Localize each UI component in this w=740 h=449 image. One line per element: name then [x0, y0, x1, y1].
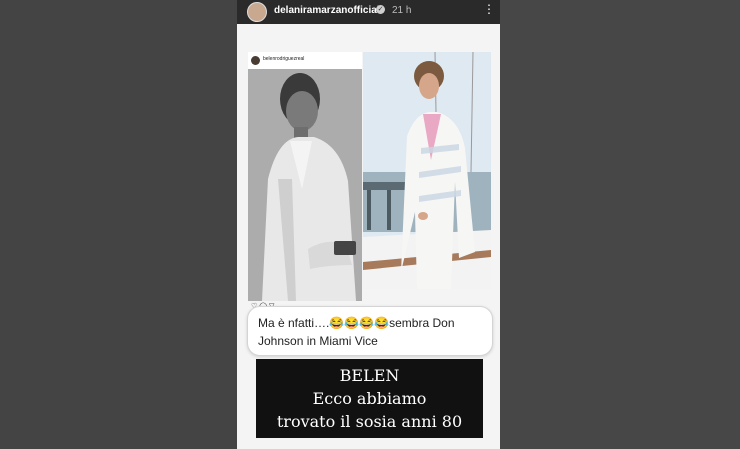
verified-icon: ✓ [376, 5, 385, 14]
story-caption: BELEN Ecco abbiamo trovato il sosia anni… [256, 359, 483, 438]
comment-text: Ma è nfatti….😂😂😂😂sembra Don Johnson in M… [258, 316, 455, 348]
story-time: 21 h [392, 5, 412, 16]
instagram-story: delaniramarzanofficial ✓ 21 h ⋮ belenrod… [237, 0, 500, 449]
user-avatar[interactable] [247, 2, 267, 22]
more-options-icon[interactable]: ⋮ [483, 3, 495, 15]
man-in-white-suit-photo [248, 69, 362, 301]
embedded-post: belenrodriguezreal ♡ ◯ ▽ Piace a frances… [248, 52, 362, 341]
miami-vice-photo [363, 52, 491, 289]
left-background [0, 0, 237, 449]
comment-bubble: Ma è nfatti….😂😂😂😂sembra Don Johnson in M… [247, 306, 493, 356]
caption-line-3: trovato il sosia anni 80 [276, 412, 463, 431]
story-header: delaniramarzanofficial ✓ 21 h ⋮ [237, 0, 500, 24]
caption-line-1: BELEN [339, 366, 400, 385]
story-username[interactable]: delaniramarzanofficial [274, 5, 380, 16]
post-avatar [251, 56, 260, 65]
post-username: belenrodriguezreal [263, 56, 305, 62]
caption-line-2: Ecco abbiamo [312, 389, 427, 408]
right-background [500, 0, 740, 449]
post-header: belenrodriguezreal [248, 52, 362, 69]
